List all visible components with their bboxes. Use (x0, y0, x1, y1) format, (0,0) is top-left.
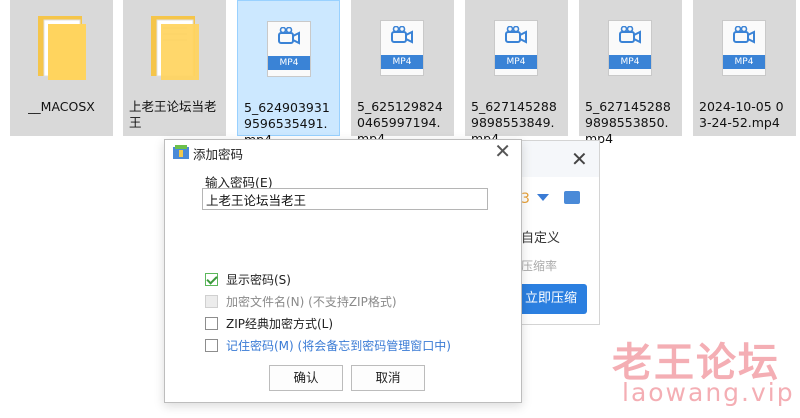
zip-classic-label: ZIP经典加密方式(L) (226, 316, 334, 331)
encrypt-filename-checkbox (205, 294, 218, 308)
folder-icon (38, 16, 86, 80)
file-item-mp4[interactable]: MP4 5_6251298240465997194.mp4 (351, 0, 454, 146)
password-input[interactable] (202, 188, 488, 210)
remember-password-checkbox[interactable] (205, 338, 218, 352)
compress-now-button[interactable]: 立即压缩 (521, 284, 587, 314)
show-password-label: 显示密码(S) (226, 272, 291, 287)
add-password-dialog: 添加密码 ✕ 输入密码(E) 显示密码(S) 加密文件名(N) (不支持ZIP格… (164, 139, 522, 403)
file-grid: __MACOSX 上老王论坛当老王 MP4 5_6249039319596535… (0, 0, 800, 147)
video-file-icon: MP4 (608, 20, 652, 76)
camera-icon (505, 26, 527, 44)
file-name: 2024-10-05 03-24-52.mp4 (699, 99, 784, 130)
dropdown-arrow-icon[interactable] (537, 194, 549, 201)
compression-rate-label: 压缩率 (521, 259, 558, 273)
close-icon[interactable]: ✕ (571, 147, 588, 171)
show-password-option[interactable]: 显示密码(S) (205, 271, 291, 287)
watermark-url: laowang.vip (622, 378, 795, 407)
mp4-badge: MP4 (609, 55, 651, 69)
archive-app-icon (173, 145, 189, 159)
custom-option[interactable]: 自定义 (521, 227, 560, 246)
mp4-badge: MP4 (268, 56, 310, 70)
remember-password-label: 记住密码(M) (将会备忘到密码管理窗口中) (226, 338, 451, 353)
dialog-title: 添加密码 (193, 147, 244, 162)
file-item-mp4[interactable]: MP4 5_6271452889898553849.mp4 (465, 0, 568, 146)
dialog-titlebar: 添加密码 ✕ (165, 139, 521, 164)
close-icon[interactable]: ✕ (494, 139, 511, 163)
video-file-icon: MP4 (267, 21, 311, 77)
show-password-checkbox[interactable] (205, 272, 218, 286)
volume-value: 3 (521, 191, 530, 207)
file-item-macosx[interactable]: __MACOSX (10, 0, 113, 136)
file-item-mp4[interactable]: MP4 5_6249039319596535491.mp4 (237, 0, 340, 147)
video-file-icon: MP4 (494, 20, 538, 76)
encrypt-filename-label: 加密文件名(N) (不支持ZIP格式) (226, 294, 397, 309)
remember-password-option[interactable]: 记住密码(M) (将会备忘到密码管理窗口中) (205, 337, 451, 353)
video-file-icon: MP4 (722, 20, 766, 76)
folder-icon (151, 16, 199, 80)
folder-browse-icon[interactable] (564, 191, 580, 204)
camera-icon (733, 26, 755, 44)
confirm-button[interactable]: 确认 (269, 365, 343, 391)
file-name: 上老王论坛当老王 (129, 99, 217, 130)
file-item-mp4[interactable]: MP4 2024-10-05 03-24-52.mp4 (693, 0, 796, 136)
file-item-folder[interactable]: 上老王论坛当老王 (123, 0, 226, 136)
zip-classic-option[interactable]: ZIP经典加密方式(L) (205, 315, 333, 331)
file-item-mp4[interactable]: MP4 5_6271452889898553850.mp4 (579, 0, 682, 146)
video-file-icon: MP4 (380, 20, 424, 76)
encrypt-filename-option: 加密文件名(N) (不支持ZIP格式) (205, 293, 397, 309)
cancel-button[interactable]: 取消 (351, 365, 425, 391)
zip-classic-checkbox[interactable] (205, 316, 218, 330)
camera-icon (391, 26, 413, 44)
mp4-badge: MP4 (723, 55, 765, 69)
file-name: __MACOSX (28, 99, 95, 114)
camera-icon (278, 27, 300, 45)
camera-icon (619, 26, 641, 44)
mp4-badge: MP4 (495, 55, 537, 69)
mp4-badge: MP4 (381, 55, 423, 69)
